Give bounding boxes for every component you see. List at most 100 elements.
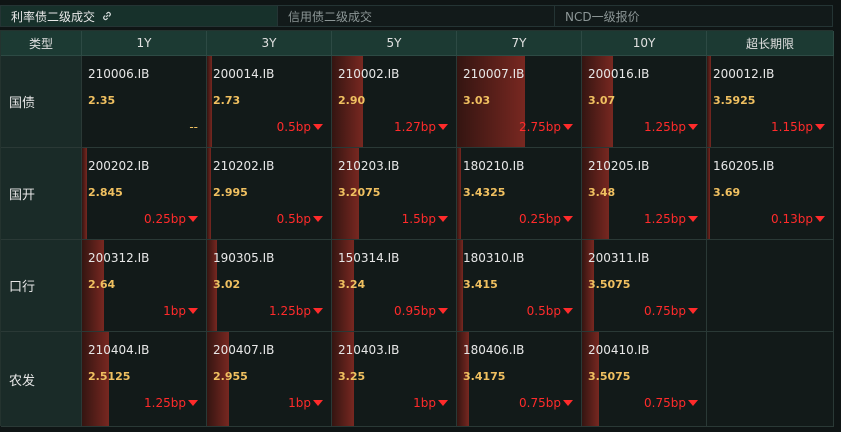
- change-value: 1.25bp: [269, 304, 311, 318]
- bond-cell-treasury-ultra-long[interactable]: 200012.IB 3.5925 1.15bp: [707, 56, 834, 148]
- bond-cell-exim-7y[interactable]: 180310.IB 3.415 0.5bp: [457, 240, 582, 332]
- bond-change: 1.25bp: [269, 304, 323, 318]
- column-header-3y: 3Y: [207, 31, 332, 56]
- down-arrow-icon: [188, 308, 198, 314]
- bond-grid: 类型 1Y 3Y 5Y 7Y 10Y 超长期限 国债 210006.IB 2.35 -- 200014…: [0, 30, 834, 427]
- bond-change: 0.75bp: [644, 304, 698, 318]
- bond-change: 1bp: [163, 304, 198, 318]
- change-value: --: [189, 120, 198, 134]
- bond-cell-adbc-1y[interactable]: 210404.IB 2.5125 1.25bp: [82, 332, 207, 427]
- bond-cell-cdb-10y[interactable]: 210205.IB 3.48 1.25bp: [582, 148, 707, 240]
- bond-cell-treasury-10y[interactable]: 200016.IB 3.07 1.25bp: [582, 56, 707, 148]
- bond-change: 1.25bp: [644, 212, 698, 226]
- tab-label: 信用债二级成交: [288, 9, 373, 24]
- column-header-ultra-long: 超长期限: [707, 31, 834, 56]
- down-arrow-icon: [563, 400, 573, 406]
- bond-yield: 3.5075: [588, 278, 631, 291]
- down-arrow-icon: [313, 400, 323, 406]
- bond-code: 150314.IB: [338, 251, 400, 265]
- bond-cell-adbc-3y[interactable]: 200407.IB 2.955 1bp: [207, 332, 332, 427]
- change-bar: [457, 148, 461, 239]
- change-value: 1.5bp: [401, 212, 436, 226]
- down-arrow-icon: [313, 216, 323, 222]
- bond-cell-exim-1y[interactable]: 200312.IB 2.64 1bp: [82, 240, 207, 332]
- bond-cell-cdb-ultra-long[interactable]: 160205.IB 3.69 0.13bp: [707, 148, 834, 240]
- link-icon[interactable]: [101, 10, 113, 22]
- bond-cell-exim-10y[interactable]: 200311.IB 3.5075 0.75bp: [582, 240, 707, 332]
- down-arrow-icon: [563, 124, 573, 130]
- bond-change: --: [189, 120, 198, 134]
- bond-yield: 3.48: [588, 186, 616, 199]
- change-value: 1.25bp: [144, 396, 186, 410]
- down-arrow-icon: [815, 216, 825, 222]
- bond-code: 180310.IB: [463, 251, 525, 265]
- change-value: 1bp: [413, 396, 436, 410]
- change-bar: [207, 56, 212, 147]
- down-arrow-icon: [438, 216, 448, 222]
- change-value: 1.27bp: [394, 120, 436, 134]
- bond-yield: 2.995: [213, 186, 248, 199]
- bond-yield: 3.69: [713, 186, 741, 199]
- change-value: 1.25bp: [644, 120, 686, 134]
- change-value: 0.5bp: [276, 120, 311, 134]
- tab-rate-bond[interactable]: 利率债二级成交: [1, 6, 278, 26]
- row-label-treasury: 国债: [1, 56, 82, 148]
- change-value: 0.75bp: [644, 396, 686, 410]
- change-bar: [207, 148, 211, 239]
- bond-yield: 2.955: [213, 370, 248, 383]
- bond-yield: 2.5125: [88, 370, 131, 383]
- change-value: 1.15bp: [771, 120, 813, 134]
- bond-cell-adbc-7y[interactable]: 180406.IB 3.4175 0.75bp: [457, 332, 582, 427]
- change-value: 0.75bp: [519, 396, 561, 410]
- bond-yield: 3.25: [338, 370, 366, 383]
- bond-code: 160205.IB: [713, 159, 775, 173]
- bond-cell-cdb-3y[interactable]: 210202.IB 2.995 0.5bp: [207, 148, 332, 240]
- bond-code: 200407.IB: [213, 343, 275, 357]
- down-arrow-icon: [313, 124, 323, 130]
- bond-code: 210007.IB: [463, 67, 525, 81]
- bond-code: 190305.IB: [213, 251, 275, 265]
- down-arrow-icon: [313, 308, 323, 314]
- bond-yield: 3.4175: [463, 370, 506, 383]
- bond-cell-adbc-5y[interactable]: 210403.IB 3.25 1bp: [332, 332, 457, 427]
- bond-change: 0.5bp: [277, 212, 323, 226]
- tab-ncd-quote[interactable]: NCD一级报价: [555, 6, 832, 26]
- down-arrow-icon: [688, 400, 698, 406]
- bond-code: 180210.IB: [463, 159, 525, 173]
- bond-code: 200014.IB: [213, 67, 275, 81]
- bond-code: 200312.IB: [88, 251, 150, 265]
- bond-cell-exim-3y[interactable]: 190305.IB 3.02 1.25bp: [207, 240, 332, 332]
- bond-yield: 2.35: [88, 94, 116, 107]
- bond-cell-cdb-7y[interactable]: 180210.IB 3.4325 0.25bp: [457, 148, 582, 240]
- bond-cell-exim-5y[interactable]: 150314.IB 3.24 0.95bp: [332, 240, 457, 332]
- bond-cell-treasury-7y[interactable]: 210007.IB 3.03 2.75bp: [457, 56, 582, 148]
- bond-yield: 2.845: [88, 186, 123, 199]
- bond-change: 0.5bp: [277, 120, 323, 134]
- bond-change: 0.5bp: [527, 304, 573, 318]
- bond-yield: 3.415: [463, 278, 498, 291]
- down-arrow-icon: [438, 124, 448, 130]
- bond-cell-treasury-1y[interactable]: 210006.IB 2.35 --: [82, 56, 207, 148]
- change-value: 0.5bp: [276, 212, 311, 226]
- bond-cell-treasury-3y[interactable]: 200014.IB 2.73 0.5bp: [207, 56, 332, 148]
- column-header-7y: 7Y: [457, 31, 582, 56]
- tab-credit-bond[interactable]: 信用债二级成交: [278, 6, 555, 26]
- bond-cell-empty: [707, 332, 834, 427]
- row-label-cdb: 国开: [1, 148, 82, 240]
- down-arrow-icon: [688, 308, 698, 314]
- bond-code: 210203.IB: [338, 159, 400, 173]
- bond-cell-treasury-5y[interactable]: 210002.IB 2.90 1.27bp: [332, 56, 457, 148]
- change-value: 0.13bp: [771, 212, 813, 226]
- bond-cell-cdb-5y[interactable]: 210203.IB 3.2075 1.5bp: [332, 148, 457, 240]
- bond-cell-cdb-1y[interactable]: 200202.IB 2.845 0.25bp: [82, 148, 207, 240]
- change-bar: [82, 148, 87, 239]
- bond-yield: 3.02: [213, 278, 241, 291]
- down-arrow-icon: [188, 400, 198, 406]
- down-arrow-icon: [688, 124, 698, 130]
- bond-cell-adbc-10y[interactable]: 200410.IB 3.5075 0.75bp: [582, 332, 707, 427]
- bond-change: 0.95bp: [394, 304, 448, 318]
- bond-trade-panel: 利率债二级成交 信用债二级成交 NCD一级报价 类型 1Y 3Y 5Y 7Y 10Y 超长期…: [0, 0, 841, 432]
- bond-change: 0.13bp: [771, 212, 825, 226]
- change-value: 2.75bp: [519, 120, 561, 134]
- down-arrow-icon: [188, 216, 198, 222]
